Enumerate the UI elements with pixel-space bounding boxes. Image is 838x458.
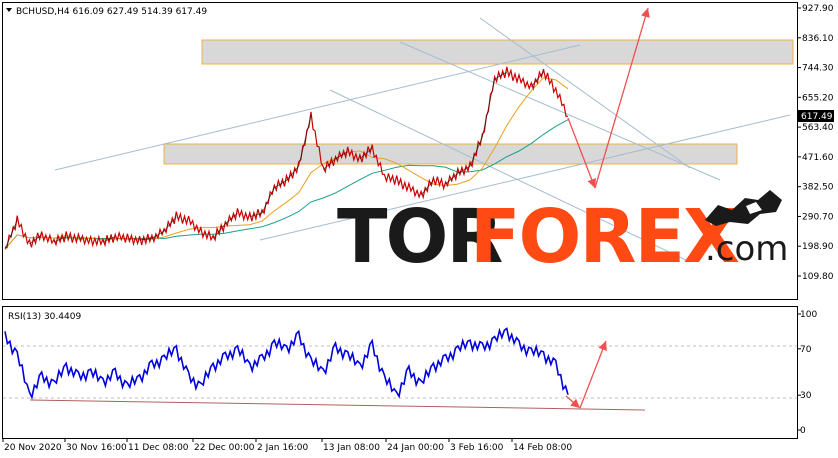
x-tick-label: 14 Feb 08:00	[513, 443, 572, 453]
price-y-tick-label: 198.90	[802, 242, 834, 252]
rsi-header-text: RSI(13) 30.4409	[8, 312, 81, 322]
rsi-y-tick-label: 70	[800, 345, 812, 355]
price-y-axis: 927.90 836.10 744.30 655.20 563.40 471.60 382.…	[797, 4, 834, 282]
resistance-zone	[201, 39, 794, 65]
x-tick-label: 24 Jan 00:00	[387, 443, 444, 453]
x-tick-label: 11 Dec 08:00	[128, 443, 189, 453]
price-y-tick-label: 109.80	[802, 272, 834, 282]
x-axis: 20 Nov 2020 30 Nov 16:00 11 Dec 08:00 22 De…	[2, 438, 572, 453]
current-price-marker: 617.49	[798, 110, 834, 122]
price-y-tick-label: 382.50	[802, 183, 834, 193]
price-header-text: BCHUSD,H4 616.09 627.49 514.39 617.49	[16, 7, 207, 17]
price-y-tick-label: 563.40	[802, 123, 834, 133]
x-tick-label: 22 Dec 00:00	[194, 443, 255, 453]
price-header: BCHUSD,H4 616.09 627.49 514.39 617.49	[6, 7, 207, 17]
rsi-y-axis: 100 70 30 0	[797, 310, 817, 436]
x-tick-label: 13 Jan 08:00	[323, 443, 380, 453]
current-price-label: 617.49	[801, 112, 833, 122]
logo-text-com: .com	[705, 229, 788, 269]
price-y-tick-label: 836.10	[802, 34, 834, 44]
torforex-logo: TOR FOREX .com	[337, 190, 788, 280]
support-zone	[163, 143, 738, 165]
rsi-panel-frame	[2, 306, 798, 439]
chart-canvas: TOR FOREX .com BCHUSD,H4 616.09 627.49 5…	[2, 2, 834, 453]
x-tick-label: 20 Nov 2020	[4, 443, 62, 453]
x-tick-label: 2 Jan 16:00	[257, 443, 309, 453]
x-tick-label: 30 Nov 16:00	[66, 443, 127, 453]
rsi-y-tick-label: 30	[800, 391, 812, 401]
price-y-tick-label: 927.90	[802, 4, 834, 14]
rsi-y-tick-label: 0	[800, 426, 806, 436]
price-y-tick-label: 655.20	[802, 93, 834, 103]
logo-text-forex: FOREX	[470, 194, 739, 280]
price-y-tick-label: 744.30	[802, 64, 834, 74]
rsi-y-tick-label: 100	[800, 310, 817, 320]
price-y-tick-label: 471.60	[802, 153, 834, 163]
x-tick-label: 3 Feb 16:00	[450, 443, 504, 453]
price-y-tick-label: 290.70	[802, 212, 834, 222]
